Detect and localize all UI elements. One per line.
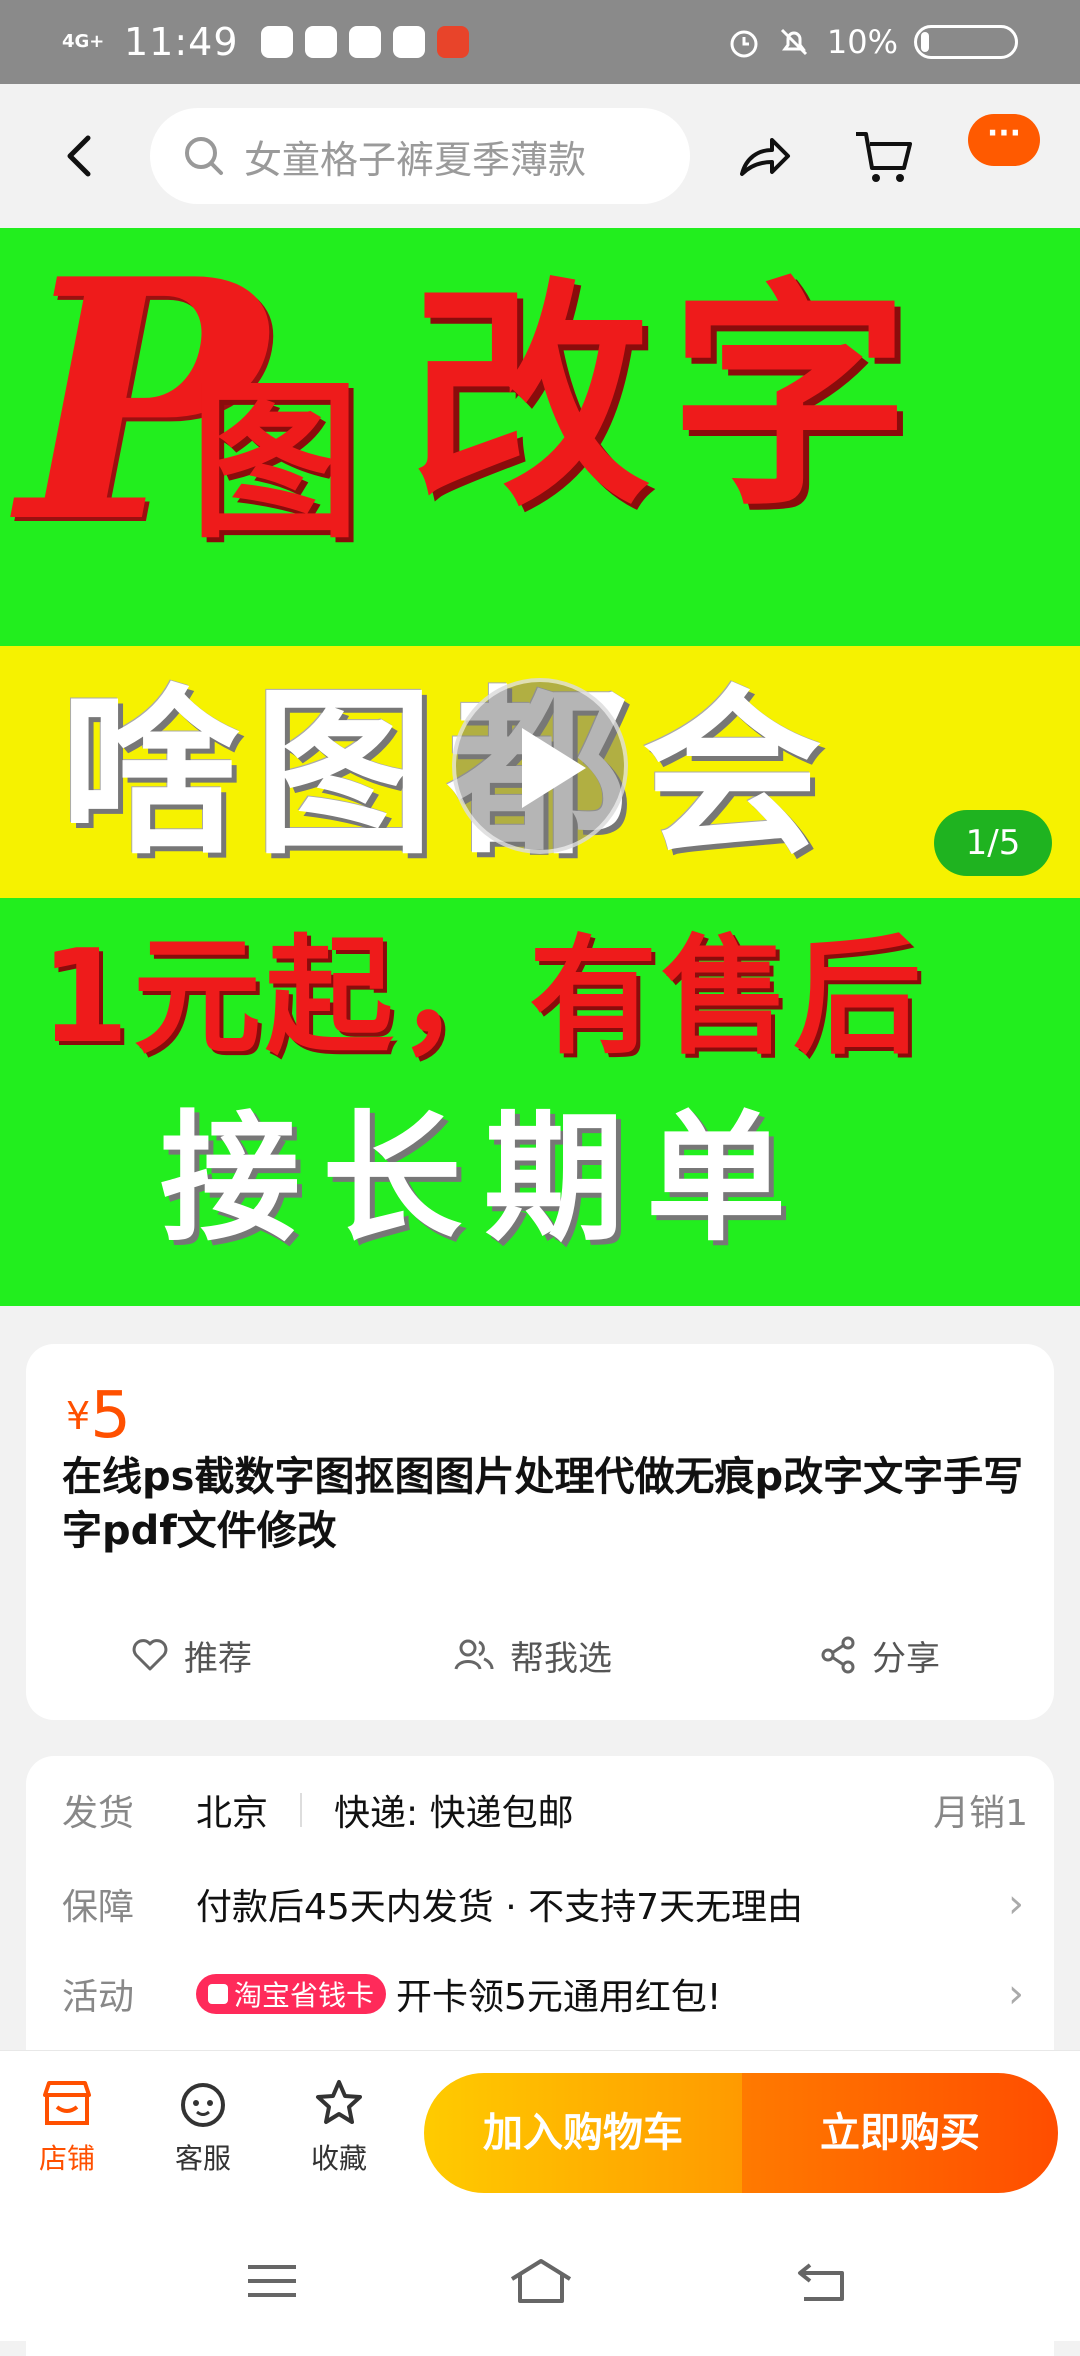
shipping-from: 北京	[196, 1793, 269, 1834]
buy-now-button[interactable]: 立即购买	[742, 2073, 1058, 2193]
network-indicator: 4G+	[62, 31, 105, 52]
cart-icon[interactable]	[852, 124, 916, 188]
banner-char-tu: 图	[190, 364, 361, 562]
share-nodes-icon	[821, 1636, 855, 1674]
bottom-action-bar: 店铺 客服 收藏 加入购物车 立即购买	[0, 2050, 1080, 2341]
home-icon[interactable]	[506, 2253, 576, 2309]
clock: 11:49	[124, 20, 239, 64]
favorite-label: 收藏	[310, 2142, 367, 2175]
banner-text-gaizi: 改字	[410, 258, 930, 538]
back-icon[interactable]	[50, 124, 110, 188]
mail-notification-icon	[348, 26, 381, 58]
back-nav-icon[interactable]	[790, 2253, 854, 2309]
recommend-label: 推荐	[184, 1638, 252, 1679]
add-to-cart-button[interactable]: 加入购物车	[424, 2073, 742, 2193]
app-notification-icon	[260, 26, 293, 58]
service-label: 客服	[174, 2142, 231, 2175]
product-actions: 推荐 帮我选 分享	[26, 1620, 1054, 1690]
divider	[300, 1793, 303, 1827]
banner-text-line3: 1元起，有售后	[40, 923, 926, 1072]
wallet-icon	[208, 1984, 228, 2004]
battery-icon	[914, 25, 1018, 59]
promo-row[interactable]: 活动 淘宝省钱卡 开卡领5元通用红包! ›	[26, 1954, 1054, 2034]
top-nav: 女童格子裤夏季薄款 ···	[0, 84, 1080, 228]
help-choose-label: 帮我选	[510, 1638, 612, 1679]
share-icon[interactable]	[732, 124, 796, 188]
chevron-right-icon: ›	[1008, 1971, 1024, 2017]
share-product-button[interactable]: 分享	[818, 1620, 940, 1690]
status-bar: 4G+ 11:49 10%	[0, 0, 1080, 84]
star-icon	[316, 2080, 362, 2124]
search-icon	[185, 137, 223, 175]
shop-label: 店铺	[38, 2142, 95, 2175]
search-notification-icon	[392, 26, 425, 58]
customer-service-tab[interactable]: 客服	[148, 2077, 258, 2177]
promo-label: 活动	[62, 1977, 135, 2018]
menu-icon[interactable]	[240, 2253, 304, 2309]
purchase-buttons: 加入购物车 立即购买	[424, 2073, 1058, 2193]
chevron-right-icon: ›	[1008, 1881, 1024, 1927]
shipping-method: 快递: 快递包邮	[334, 1793, 574, 1834]
price: ¥5	[66, 1382, 131, 1450]
shipping-label: 发货	[62, 1793, 135, 1834]
alarm-icon	[730, 30, 758, 58]
product-summary-card: ¥5 在线ps截数字图抠图图片处理代做无痕p改字文字手写字pdf文件修改 推荐 …	[26, 1344, 1054, 1720]
guarantee-row[interactable]: 保障 付款后45天内发货 · 不支持7天无理由 ›	[26, 1864, 1054, 1944]
product-title: 在线ps截数字图抠图图片处理代做无痕p改字文字手写字pdf文件修改	[62, 1454, 1024, 1554]
product-media-banner[interactable]: P 图 改字 啥图都会 1元起，有售后 接长期单 1/5	[0, 228, 1080, 1306]
monthly-sales: 月销1	[933, 1793, 1028, 1834]
price-value: 5	[90, 1379, 131, 1453]
video-play-button[interactable]	[452, 678, 628, 854]
banner-text-line2: 啥图都会	[60, 670, 837, 879]
shop-tab[interactable]: 店铺	[12, 2077, 122, 2177]
system-nav-bar	[0, 2221, 1080, 2341]
banner-text-line4: 接长期单	[160, 1098, 809, 1261]
search-bar[interactable]: 女童格子裤夏季薄款	[150, 108, 690, 204]
help-choose-button[interactable]: 帮我选	[452, 1620, 612, 1690]
mail-notification-icon	[304, 26, 337, 58]
heart-icon	[132, 1639, 168, 1671]
promo-badge: 淘宝省钱卡	[196, 1974, 387, 2014]
guarantee-text: 付款后45天内发货 · 不支持7天无理由	[196, 1887, 804, 1928]
people-icon	[454, 1639, 494, 1670]
share-label: 分享	[872, 1638, 940, 1679]
promo-badge-label: 淘宝省钱卡	[234, 1979, 375, 2012]
currency-symbol: ¥	[66, 1394, 91, 1438]
promo-text: 开卡领5元通用红包!	[396, 1977, 722, 2018]
store-icon	[43, 2081, 91, 2125]
shipping-value: 北京 快递: 快递包邮	[196, 1784, 574, 1836]
shipping-row[interactable]: 发货 北京 快递: 快递包邮 月销1	[26, 1770, 1054, 1850]
battery-percent: 10%	[826, 23, 898, 61]
media-page-indicator: 1/5	[934, 810, 1052, 876]
guarantee-label: 保障	[62, 1887, 135, 1928]
service-face-icon	[181, 2083, 225, 2127]
recommend-button[interactable]: 推荐	[130, 1620, 252, 1690]
kuaishou-notification-icon	[436, 26, 469, 58]
favorite-tab[interactable]: 收藏	[284, 2077, 394, 2177]
search-placeholder: 女童格子裤夏季薄款	[244, 137, 587, 182]
more-menu-button[interactable]: ···	[968, 114, 1040, 166]
mute-icon	[780, 28, 807, 56]
promo-value: 淘宝省钱卡 开卡领5元通用红包!	[196, 1968, 721, 2020]
